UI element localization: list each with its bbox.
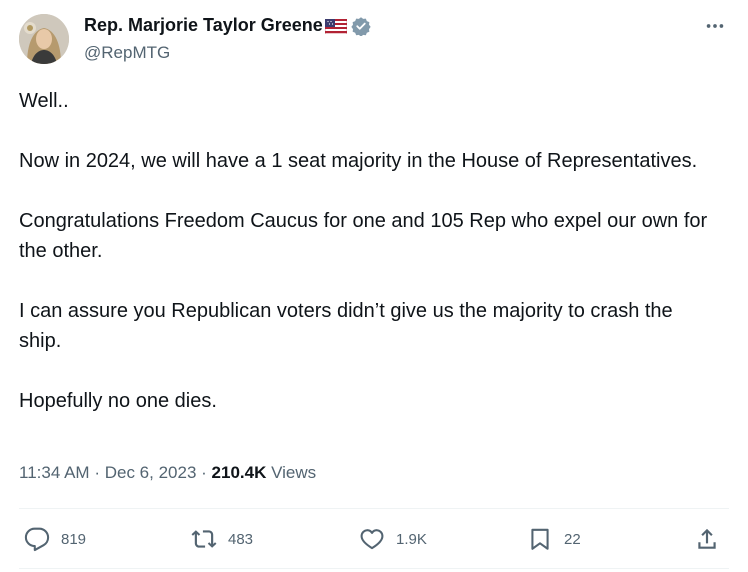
tweet-paragraph: Now in 2024, we will have a 1 seat major… — [19, 150, 698, 172]
tweet-meta: 11:34 AM · Dec 6, 2023 · 210.4K Views — [19, 463, 316, 483]
more-options-button[interactable] — [702, 15, 728, 37]
tweet-text: Well.. Now in 2024, we will have a 1 sea… — [19, 86, 719, 446]
author-handle[interactable]: @RepMTG — [84, 43, 170, 63]
meta-separator: · — [94, 463, 100, 482]
divider — [19, 508, 729, 509]
us-flag-icon — [324, 18, 347, 35]
tweet-date[interactable]: Dec 6, 2023 — [105, 463, 197, 482]
like-button[interactable]: 1.9K — [359, 520, 427, 558]
share-button[interactable] — [694, 520, 720, 558]
reply-button[interactable]: 819 — [24, 520, 86, 558]
share-icon — [698, 528, 716, 549]
verified-badge-icon — [351, 16, 371, 37]
repost-icon — [191, 530, 217, 548]
divider — [19, 568, 729, 569]
tweet-time[interactable]: 11:34 AM — [19, 463, 90, 482]
reply-icon — [24, 527, 50, 552]
meta-separator: · — [201, 463, 207, 482]
tweet-paragraph: Hopefully no one dies. — [19, 390, 217, 412]
more-horizontal-icon — [706, 24, 724, 28]
bookmark-button[interactable]: 22 — [527, 520, 581, 558]
bookmark-icon — [531, 528, 549, 550]
views-label: Views — [271, 463, 317, 482]
tweet-paragraph: Congratulations Freedom Caucus for one a… — [19, 210, 708, 262]
heart-icon — [360, 529, 384, 550]
action-bar: 819 483 1.9K 22 — [0, 520, 748, 558]
avatar[interactable] — [19, 14, 69, 64]
tweet-paragraph: I can assure you Republican voters didn’… — [19, 300, 673, 352]
tweet-card: Rep. Marjorie Taylor Greene @RepMTG Well… — [0, 0, 748, 572]
like-count: 1.9K — [396, 530, 427, 548]
display-name: Rep. Marjorie Taylor Greene — [84, 15, 323, 35]
tweet-paragraph: Well.. — [19, 90, 69, 112]
author-name[interactable]: Rep. Marjorie Taylor Greene — [84, 15, 371, 37]
repost-count: 483 — [228, 530, 254, 548]
repost-button[interactable]: 483 — [191, 520, 253, 558]
views-count: 210.4K — [211, 463, 267, 482]
bookmark-count: 22 — [564, 530, 581, 548]
reply-count: 819 — [61, 530, 87, 548]
